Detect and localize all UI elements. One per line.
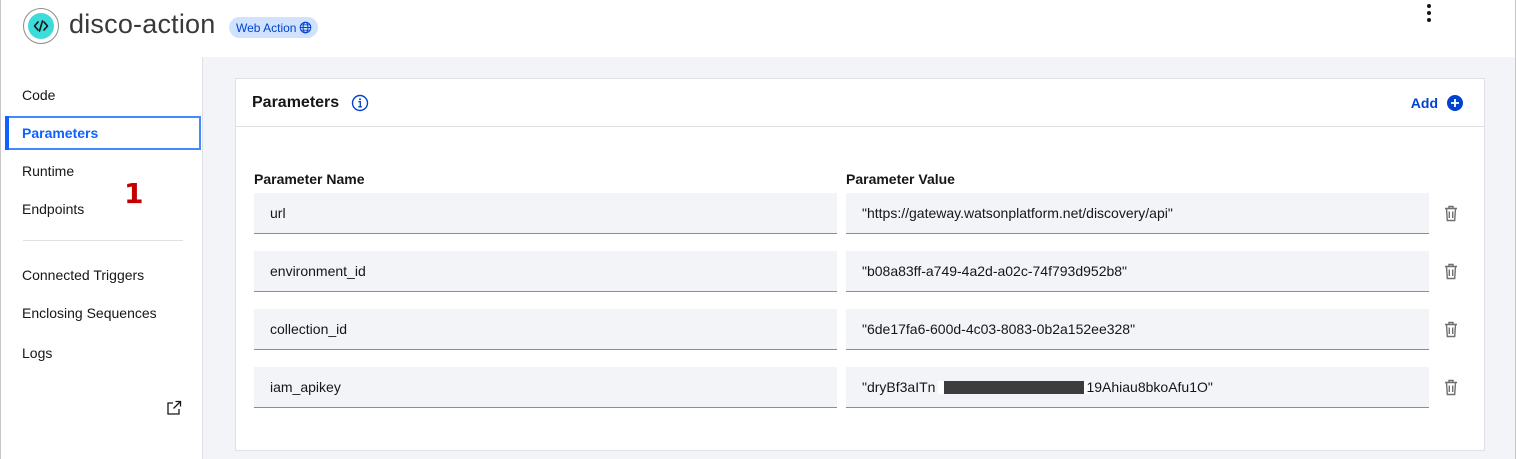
sidebar: Code Parameters 1 Runtime Endpoints Conn… — [1, 57, 203, 459]
external-link-icon[interactable] — [166, 400, 182, 416]
add-icon — [1447, 95, 1463, 111]
sidebar-item-label: Code — [22, 87, 56, 103]
trash-icon[interactable] — [1444, 379, 1458, 396]
value-prefix: "dryBf3aITn — [862, 379, 936, 395]
table-row: iam_apikey "dryBf3aITn 19Ahiau8bkoAfu1O" — [236, 367, 1484, 409]
code-icon — [23, 8, 59, 44]
badge-label: Web Action — [236, 20, 297, 35]
page-title: disco-action — [69, 9, 216, 39]
redaction-bar — [944, 380, 1085, 394]
page-header: disco-action Web Action — [1, 0, 1515, 57]
sidebar-item-label: Runtime — [22, 163, 75, 179]
sidebar-item-label: Logs — [22, 345, 53, 361]
sidebar-item-label: Connected Triggers — [22, 267, 145, 283]
sidebar-item-label: Endpoints — [22, 201, 85, 217]
value-suffix: 19Ahiau8bkoAfu1O" — [1086, 379, 1213, 395]
column-header-value: Parameter Value — [846, 171, 955, 187]
app-window: disco-action Web Action Code Parameters … — [0, 0, 1516, 459]
add-parameter-button[interactable]: Add — [1411, 92, 1464, 114]
sidebar-item-endpoints[interactable]: Endpoints — [5, 192, 201, 226]
panel-title: Parameters — [252, 94, 340, 111]
parameter-value-input[interactable]: "https://gateway.watsonplatform.net/disc… — [846, 193, 1429, 234]
globe-icon — [300, 21, 312, 34]
overflow-menu-icon[interactable] — [1419, 1, 1439, 25]
parameter-name-input[interactable]: url — [254, 193, 837, 234]
table-row: collection_id "6de17fa6-600d-4c03-8083-0… — [236, 309, 1484, 351]
add-label: Add — [1410, 95, 1438, 111]
panel-header: Parameters Add — [236, 79, 1484, 127]
parameter-value-input[interactable]: "b08a83ff-a749-4a2d-a02c-74f793d952b8" — [846, 251, 1429, 292]
sidebar-item-label: Parameters — [22, 125, 99, 141]
sidebar-item-code[interactable]: Code — [5, 78, 201, 112]
trash-icon[interactable] — [1444, 205, 1458, 222]
parameter-name-input[interactable]: collection_id — [254, 309, 837, 350]
sidebar-item-logs[interactable]: Logs — [5, 336, 201, 370]
parameter-name-input[interactable]: iam_apikey — [254, 367, 837, 408]
trash-icon[interactable] — [1444, 263, 1458, 280]
table-row: url "https://gateway.watsonplatform.net/… — [236, 193, 1484, 235]
parameter-name-input[interactable]: environment_id — [254, 251, 837, 292]
table-row: environment_id "b08a83ff-a749-4a2d-a02c-… — [236, 251, 1484, 293]
info-icon[interactable] — [351, 94, 369, 112]
parameters-panel: Parameters Add Parameter Name Parameter … — [235, 78, 1485, 451]
parameter-value-input[interactable]: "6de17fa6-600d-4c03-8083-0b2a152ee328" — [846, 309, 1429, 350]
sidebar-item-parameters[interactable]: Parameters — [5, 116, 201, 150]
web-action-badge: Web Action — [229, 17, 319, 38]
trash-icon[interactable] — [1444, 321, 1458, 338]
sidebar-divider — [23, 240, 183, 241]
column-header-name: Parameter Name — [254, 171, 365, 187]
sidebar-item-enclosing-sequences[interactable]: Enclosing Sequences — [5, 296, 201, 330]
sidebar-item-connected-triggers[interactable]: Connected Triggers — [5, 258, 201, 292]
parameter-value-input[interactable]: "dryBf3aITn 19Ahiau8bkoAfu1O" — [846, 367, 1429, 408]
sidebar-item-label: Enclosing Sequences — [22, 305, 157, 321]
sidebar-item-runtime[interactable]: Runtime — [5, 154, 201, 188]
